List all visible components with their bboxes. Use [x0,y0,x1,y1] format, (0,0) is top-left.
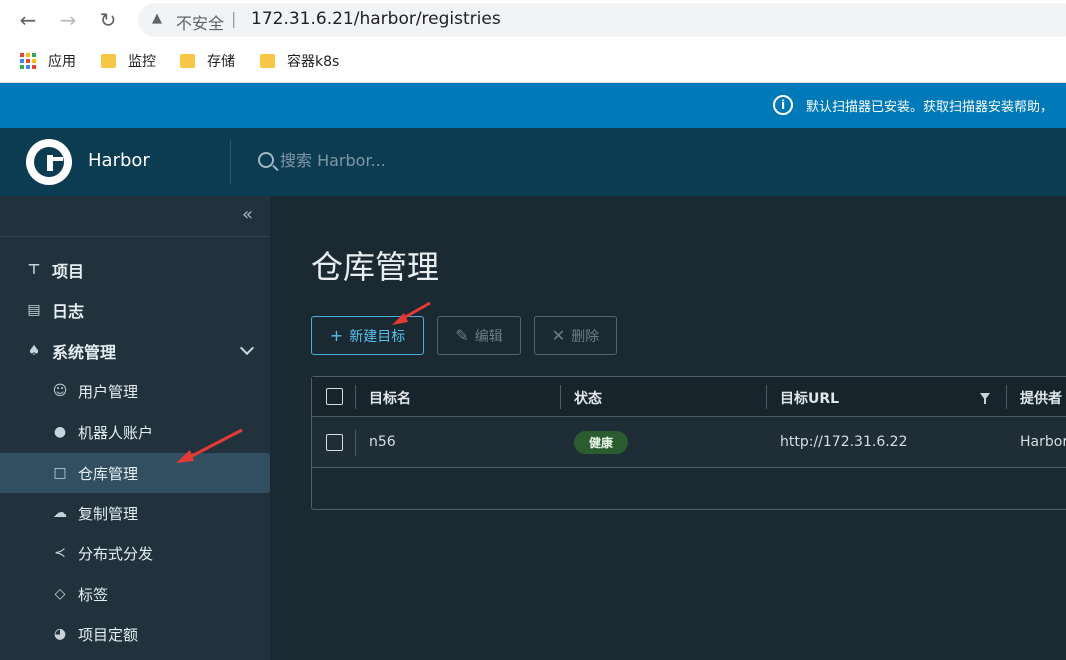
close-icon: ✕ [551,326,566,345]
button-label: 新建目标 [349,328,406,345]
sidebar-item-logs[interactable]: ▤ 日志 [0,290,270,330]
row-checkbox[interactable] [326,434,343,451]
sidebar-item-users[interactable]: ☺ 用户管理 [0,371,270,411]
table-row[interactable]: n56 健康 http://172.31.6.22 Harbor [312,418,1066,468]
sidebar-item-quotas[interactable]: ◕ 项目定额 [0,614,270,654]
sidebar: « ⊤ 项目 ▤ 日志 ♠ 系统管理 ☺ 用户管理 ● 机器人账户 □ 仓库管理… [0,196,270,660]
sidebar-item-distribution[interactable]: ≺ 分布式分发 [0,533,270,573]
filter-icon[interactable] [980,393,990,404]
cell-provider: Harbor [1020,434,1066,450]
reload-button[interactable]: ↻ [96,8,120,32]
sidebar-item-label: 分布式分发 [78,544,154,563]
users-icon: ☺ [52,383,68,399]
sidebar-item-label: 项目 [52,262,85,281]
chevron-down-icon [239,340,255,356]
sidebar-item-label: 仓库管理 [78,464,139,483]
replication-icon: ☁ [53,505,67,521]
sidebar-item-label: 标签 [78,585,109,604]
column-divider [766,385,767,409]
sidebar-item-label: 日志 [52,302,85,321]
new-target-button[interactable]: + 新建目标 [311,316,424,355]
column-divider [355,385,356,409]
column-divider [1006,385,1007,409]
share-icon: ≺ [54,545,66,561]
bookmark-monitor[interactable]: 监控 [101,50,156,72]
column-header-name[interactable]: 目标名 [369,388,411,408]
address-bar[interactable]: ▲ 不安全 | 172.31.6.21/harbor/registries [138,3,1066,37]
admin-icon: ♠ [27,343,41,359]
bookmark-label: 应用 [48,54,76,70]
bookmark-k8s[interactable]: 容器k8s [260,50,339,72]
cell-url: http://172.31.6.22 [780,434,908,450]
registries-table: 目标名 状态 目标URL 提供者 n56 健康 http://172.31.6.… [311,376,1066,510]
projects-icon: ⊤ [27,262,41,278]
search-input[interactable] [280,148,580,172]
search-icon [258,152,274,168]
bookmark-label: 容器k8s [287,54,340,70]
pencil-icon: ✎ [455,326,469,345]
sidebar-item-label: 机器人账户 [78,423,154,442]
bookmark-label: 监控 [128,54,156,70]
bookmark-storage[interactable]: 存储 [180,50,235,72]
sidebar-item-replication[interactable]: ☁ 复制管理 [0,493,270,533]
sidebar-item-label: 系统管理 [52,343,117,362]
app-title[interactable]: Harbor [88,150,150,171]
banner-text: 默认扫描器已安装。获取扫描器安装帮助， [806,100,1054,115]
info-circle-icon: i [773,95,793,115]
column-divider [560,385,561,409]
collapse-sidebar-button[interactable]: « [242,204,253,225]
select-all-checkbox[interactable] [326,388,343,405]
table-header: 目标名 状态 目标URL 提供者 [312,377,1066,417]
forward-button[interactable]: → [56,8,80,32]
button-label: 删除 [571,328,600,345]
browser-toolbar: ← → ↻ ▲ 不安全 | 172.31.6.21/harbor/registr… [0,0,1066,40]
back-button[interactable]: ← [16,8,40,32]
bookmark-apps[interactable]: 应用 [20,50,76,72]
delete-button[interactable]: ✕ 删除 [534,316,617,355]
harbor-logo-icon[interactable] [26,139,72,185]
divider [0,236,270,237]
sidebar-item-label: 项目定额 [78,625,139,644]
edit-button[interactable]: ✎ 编辑 [437,316,521,355]
sidebar-item-labels[interactable]: ◇ 标签 [0,574,270,614]
folder-icon [180,54,195,68]
folder-icon [101,54,116,68]
quota-icon: ◕ [53,626,67,642]
bookmark-label: 存储 [207,54,235,70]
bookmarks-bar: 应用 监控 存储 容器k8s [0,40,1066,83]
robot-icon: ● [53,424,67,440]
sidebar-item-label: 复制管理 [78,504,139,523]
column-header-status[interactable]: 状态 [574,388,602,408]
header-divider [230,140,231,184]
registry-icon: □ [53,465,67,481]
sidebar-item-label: 用户管理 [78,382,139,401]
status-badge: 健康 [574,431,629,454]
cell-name: n56 [369,434,396,450]
sidebar-item-registries[interactable]: □ 仓库管理 [0,453,270,493]
tag-icon: ◇ [54,586,66,602]
column-divider [355,430,356,456]
warning-icon: ▲ [152,11,162,26]
page-title: 仓库管理 [311,248,440,286]
app-header: Harbor [0,128,1066,196]
plus-icon: + [329,326,344,345]
info-banner: i 默认扫描器已安装。获取扫描器安装帮助， [0,83,1066,128]
sidebar-item-projects[interactable]: ⊤ 项目 [0,250,270,290]
url-separator: | [231,9,237,28]
main-content: 仓库管理 + 新建目标 ✎ 编辑 ✕ 删除 目标名 状态 目标URL 提供者 n… [270,196,1066,660]
logs-icon: ▤ [27,302,41,318]
column-header-provider[interactable]: 提供者 [1020,388,1062,408]
url-text[interactable]: 172.31.6.21/harbor/registries [251,9,501,29]
insecure-label: 不安全 [176,14,225,33]
button-label: 编辑 [474,328,503,345]
folder-icon [260,54,275,68]
sidebar-item-admin[interactable]: ♠ 系统管理 [0,331,270,371]
column-header-url[interactable]: 目标URL [780,388,839,408]
apps-grid-icon [20,53,36,69]
sidebar-item-robots[interactable]: ● 机器人账户 [0,412,270,452]
